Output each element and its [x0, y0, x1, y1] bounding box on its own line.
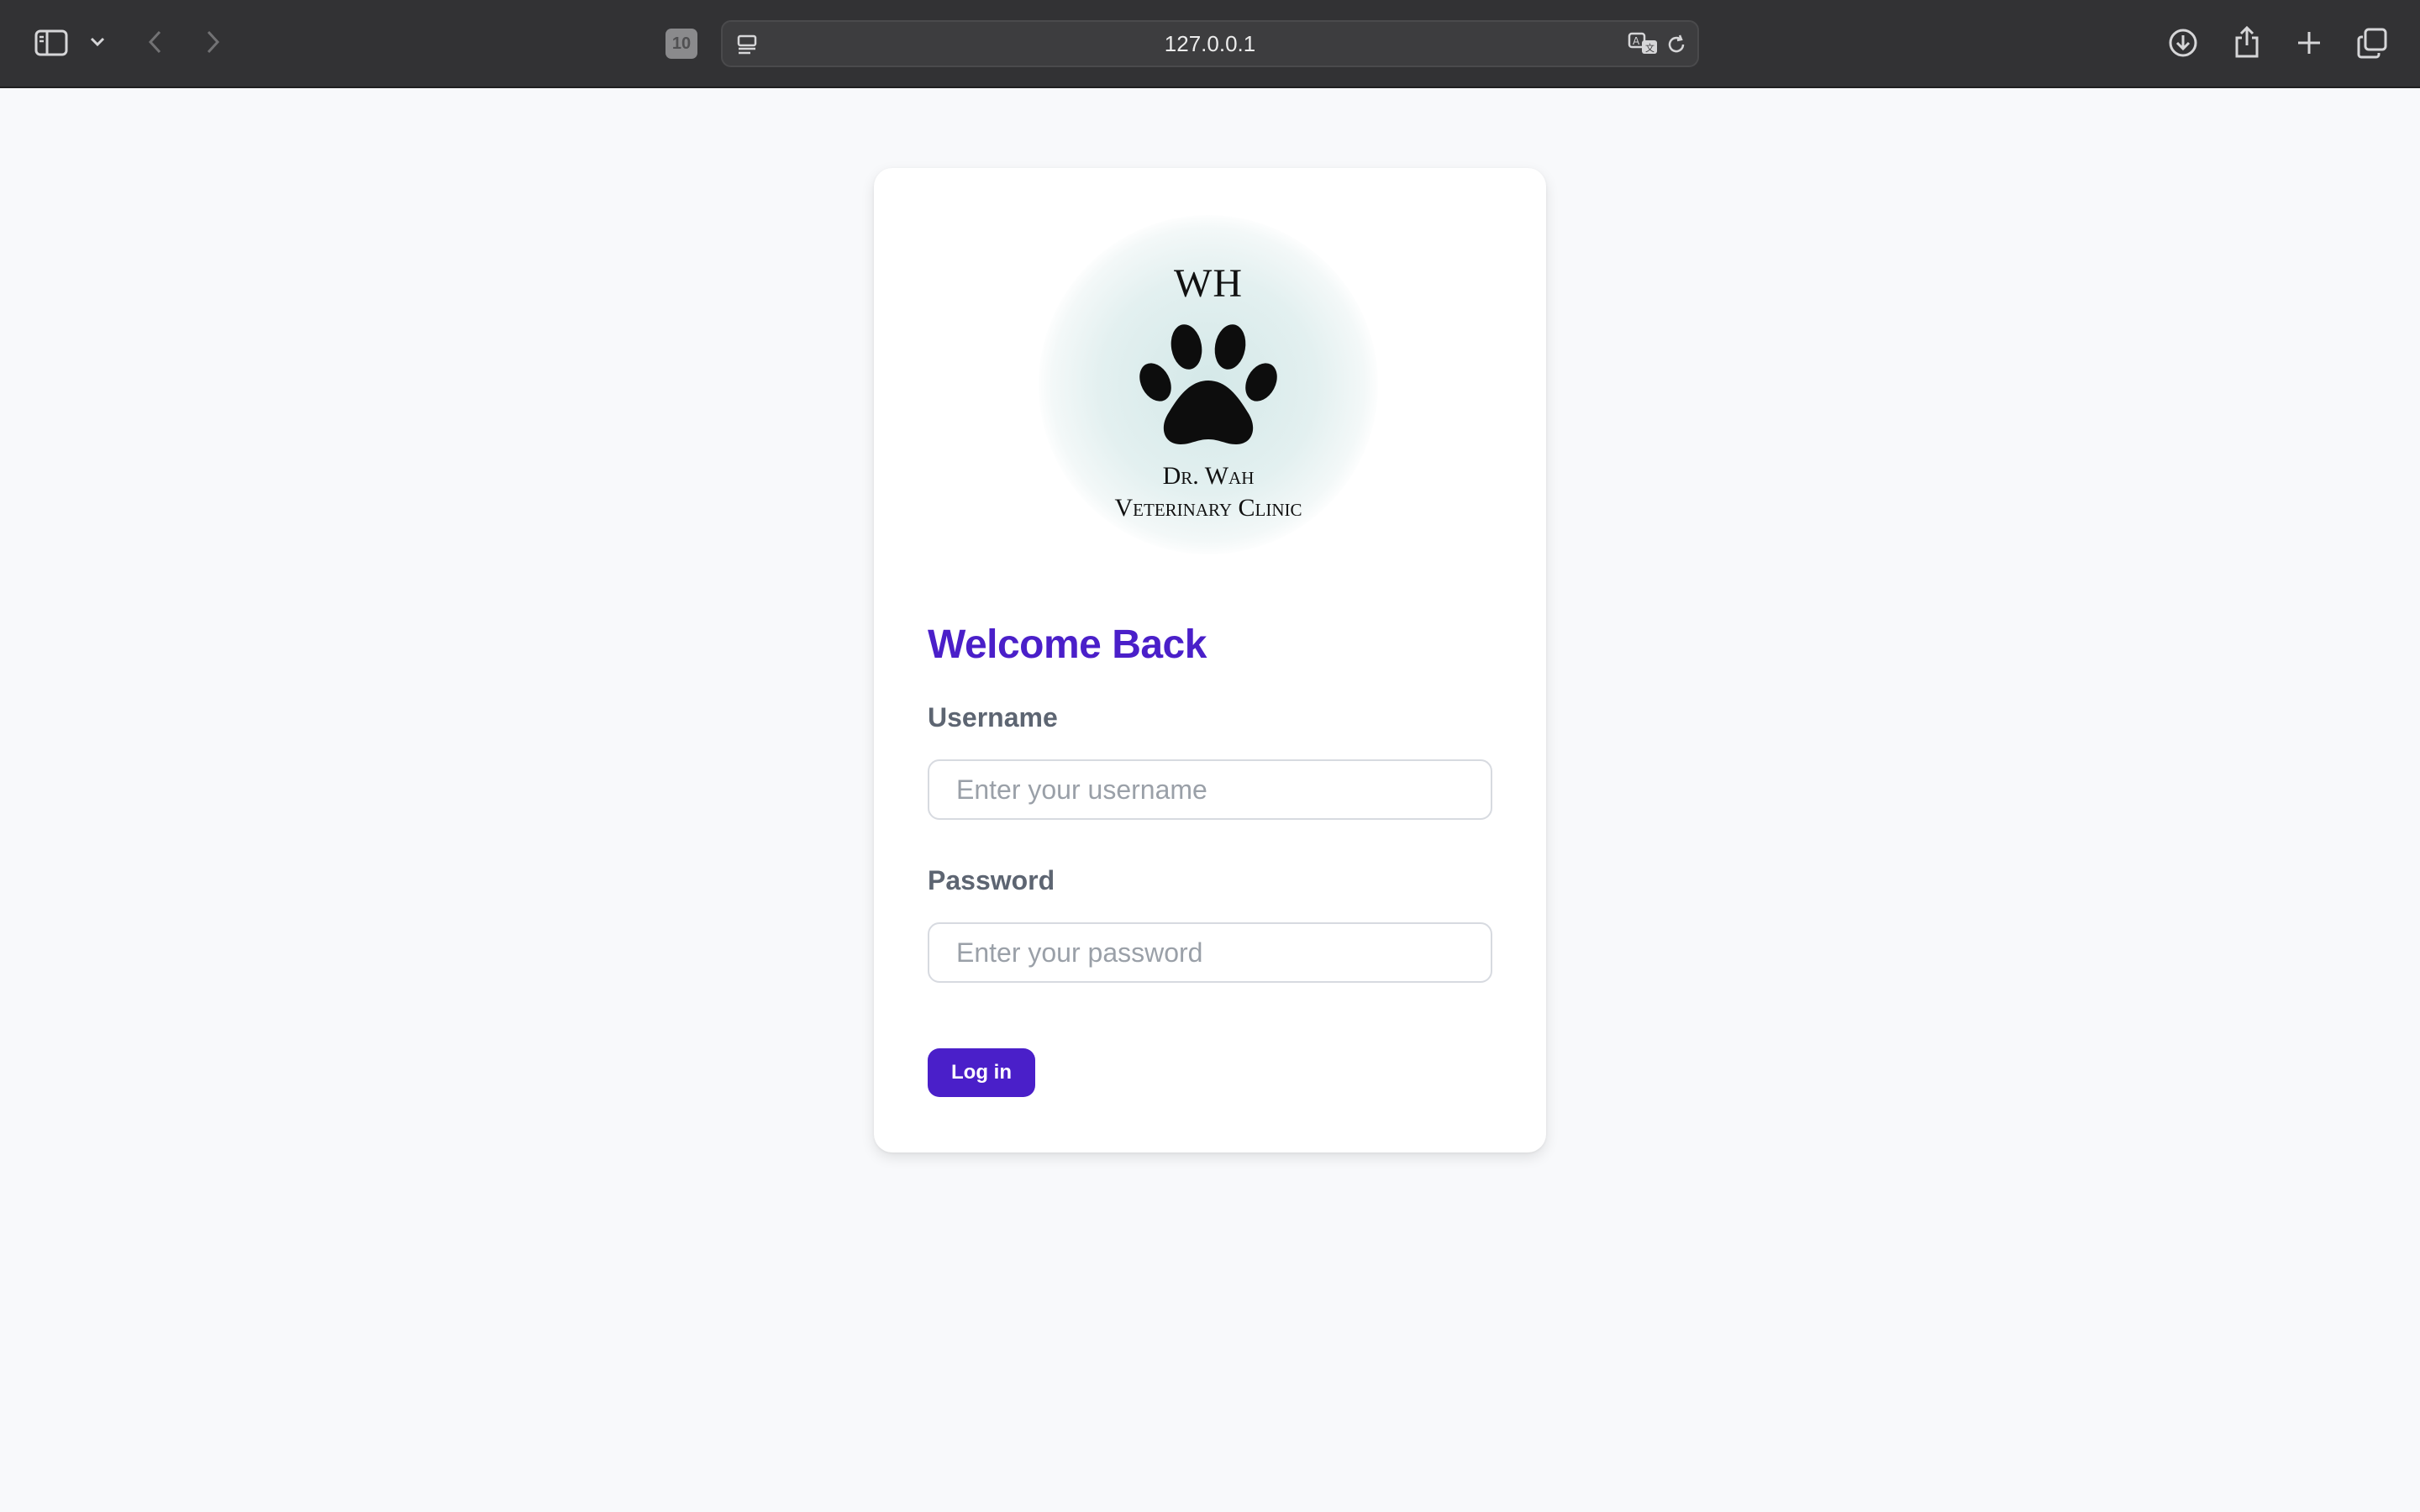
forward-icon[interactable]: [200, 27, 227, 57]
new-tab-icon[interactable]: [2292, 25, 2326, 60]
paw-icon: [1139, 324, 1277, 444]
reload-icon[interactable]: [1664, 32, 1689, 57]
login-card: WH Dr. Wah Veterinary Clinic Welcome Bac…: [874, 168, 1546, 1152]
clinic-logo: WH Dr. Wah Veterinary Clinic: [1039, 215, 1378, 554]
svg-text:文: 文: [1645, 42, 1655, 54]
logo-clinic-name: Dr. Wah: [1162, 462, 1255, 490]
username-label: Username: [928, 702, 1058, 732]
tab-count-badge[interactable]: 10: [666, 29, 697, 59]
username-input[interactable]: [928, 759, 1492, 820]
page-title: Welcome Back: [928, 622, 1207, 667]
logo-monogram: WH: [1174, 261, 1243, 306]
sidebar-icon[interactable]: [32, 25, 71, 60]
share-icon[interactable]: [2230, 24, 2264, 60]
back-icon[interactable]: [141, 27, 168, 57]
chevron-down-icon[interactable]: [87, 32, 108, 52]
url-text[interactable]: 127.0.0.1: [723, 22, 1697, 66]
password-label: Password: [928, 865, 1055, 895]
browser-toolbar: 10 127.0.0.1 A文: [0, 0, 2420, 88]
tabs-overview-icon[interactable]: [2354, 25, 2390, 60]
translate-icon[interactable]: A文: [1627, 30, 1660, 57]
login-button[interactable]: Log in: [928, 1048, 1035, 1097]
password-input[interactable]: [928, 922, 1492, 983]
address-bar[interactable]: 127.0.0.1 A文: [721, 20, 1699, 67]
logo-clinic-subtitle: Veterinary Clinic: [1114, 494, 1302, 522]
download-icon[interactable]: [2166, 25, 2200, 60]
svg-text:A: A: [1633, 35, 1640, 47]
